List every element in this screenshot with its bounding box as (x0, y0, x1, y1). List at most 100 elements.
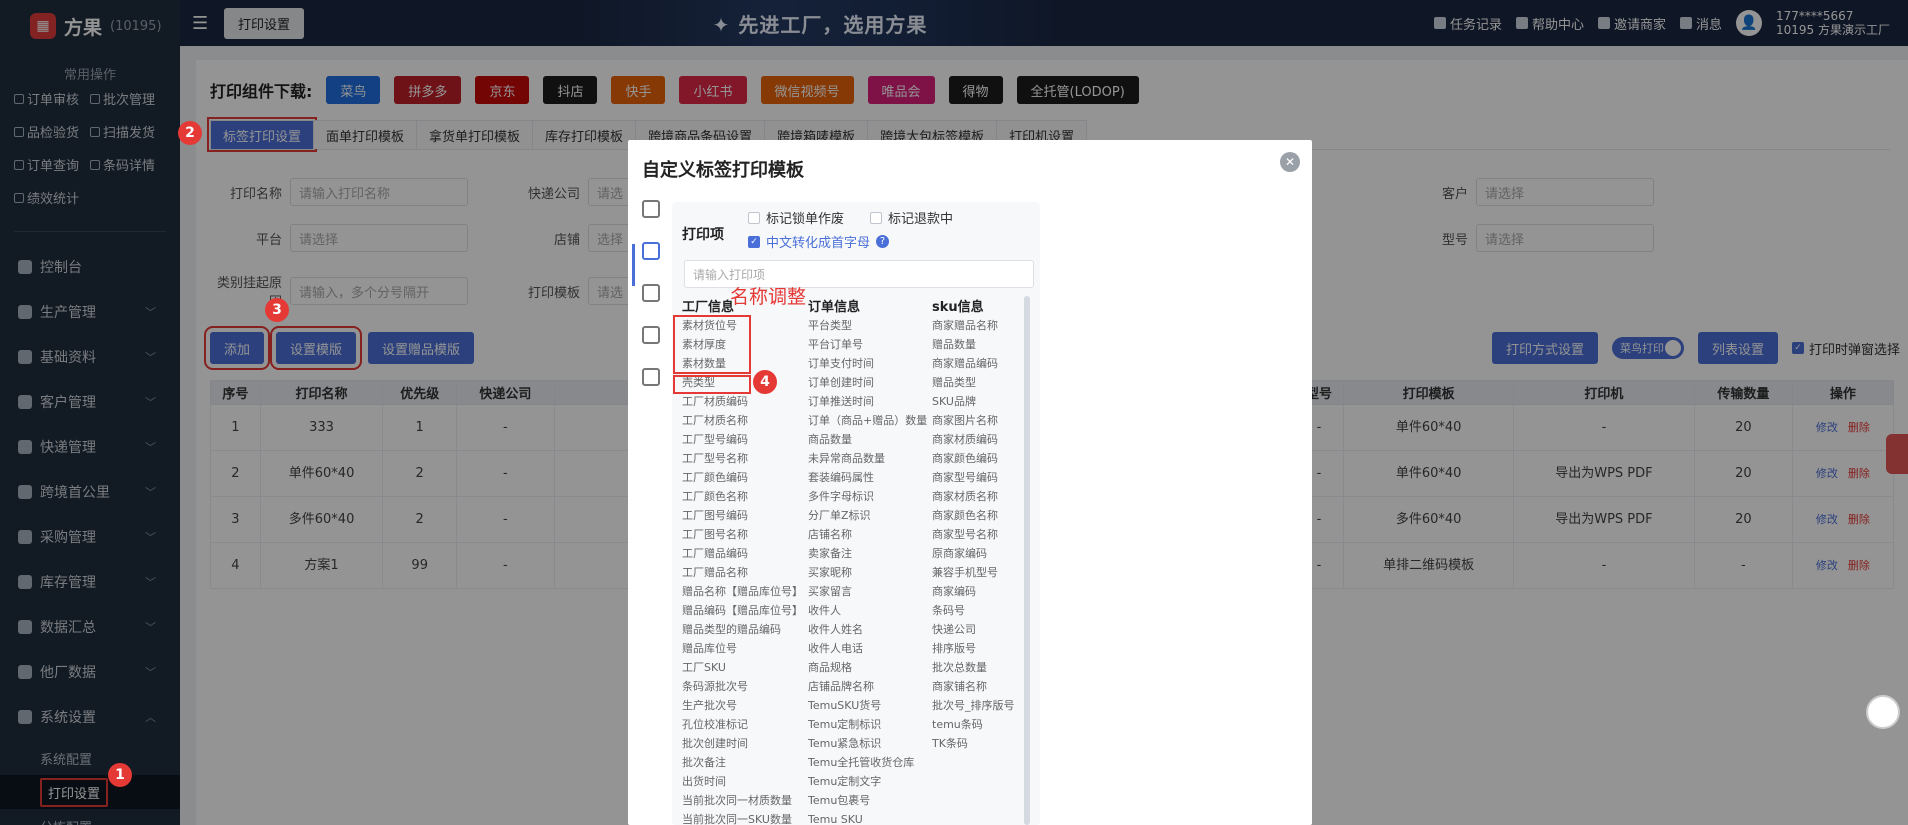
checkbox-icon (870, 211, 882, 224)
help-icon[interactable]: ? (876, 235, 890, 248)
image-icon[interactable] (642, 326, 660, 344)
print-item[interactable]: 工厂图号编码 (682, 506, 803, 525)
print-item[interactable]: 商家型号名称 (932, 525, 1015, 544)
print-item[interactable]: 生产批次号 (682, 696, 803, 715)
print-item[interactable]: Temu包裹号 (808, 791, 927, 810)
print-item[interactable]: Temu紧急标识 (808, 734, 927, 753)
refund-checkbox[interactable]: 标记退款中 (870, 208, 953, 227)
print-item[interactable]: 商家铺名称 (932, 677, 1015, 696)
panel-scrollbar[interactable] (1024, 296, 1030, 825)
print-item[interactable]: 工厂赠品名称 (682, 563, 803, 582)
print-item[interactable]: 收件人姓名 (808, 620, 927, 639)
highlight-box-shell-type (673, 375, 751, 394)
step-marker-2: 2 (178, 121, 202, 145)
print-item[interactable]: 兼容手机型号 (932, 563, 1015, 582)
print-item[interactable]: 当前批次同一材质数量 (682, 791, 803, 810)
print-item[interactable]: 条码源批次号 (682, 677, 803, 696)
print-item[interactable]: 多件字母标识 (808, 487, 927, 506)
print-item[interactable]: 赠品数量 (932, 335, 1015, 354)
print-items-title: 打印项 (682, 227, 724, 243)
print-item[interactable]: 买家昵称 (808, 563, 927, 582)
print-item[interactable]: 工厂图号名称 (682, 525, 803, 544)
print-item[interactable]: 平台类型 (808, 316, 927, 335)
print-item[interactable]: 工厂型号名称 (682, 449, 803, 468)
print-item[interactable]: 快递公司 (932, 620, 1015, 639)
modal-side-toolbar (638, 200, 664, 410)
print-item[interactable]: 批次号_排序版号 (932, 696, 1015, 715)
print-item[interactable]: 工厂颜色编码 (682, 468, 803, 487)
print-item[interactable]: 商家图片名称 (932, 411, 1015, 430)
print-item[interactable]: 工厂材质名称 (682, 411, 803, 430)
print-item[interactable]: Temu定制标识 (808, 715, 927, 734)
print-item[interactable]: 商家编码 (932, 582, 1015, 601)
print-items-panel: 打印项 标记锁单作废 标记退款中 ✓ 中文转化成首字母? 请输入打印项 工厂信息素… (672, 202, 1040, 825)
name-adjust-note: 名称调整 (730, 286, 807, 308)
print-item[interactable]: SKU品牌 (932, 392, 1015, 411)
step-marker-4: 4 (753, 370, 777, 394)
print-item[interactable]: 工厂颜色名称 (682, 487, 803, 506)
print-item[interactable]: 批次总数量 (932, 658, 1015, 677)
print-item[interactable]: 订单（商品+赠品）数量 (808, 411, 927, 430)
lock-void-checkbox[interactable]: 标记锁单作废 (748, 208, 844, 227)
print-item[interactable]: 工厂赠品编码 (682, 544, 803, 563)
print-item[interactable]: 店铺品牌名称 (808, 677, 927, 696)
print-item[interactable]: 批次创建时间 (682, 734, 803, 753)
print-item[interactable]: 订单支付时间 (808, 354, 927, 373)
print-item[interactable]: 条码号 (932, 601, 1015, 620)
print-item[interactable]: 排序版号 (932, 639, 1015, 658)
sku-info-column: sku信息 商家赠品名称 赠品数量 商家赠品编码 赠品类型 SKU品牌 商家图片名称 商家材质… (932, 296, 1015, 753)
print-item[interactable]: 孔位校准标记 (682, 715, 803, 734)
print-item[interactable]: 商家颜色名称 (932, 506, 1015, 525)
initial-letter-checkbox[interactable]: ✓ 中文转化成首字母? (748, 232, 890, 251)
print-item[interactable]: 工厂型号编码 (682, 430, 803, 449)
print-item[interactable]: TemuSKU货号 (808, 696, 927, 715)
print-item[interactable]: 赠品名称【赠品库位号】 (682, 582, 803, 601)
print-item[interactable]: 订单创建时间 (808, 373, 927, 392)
column-header: sku信息 (932, 300, 984, 315)
print-item[interactable]: 当前批次同一SKU数量 (682, 810, 803, 825)
print-item[interactable]: 未异常商品数量 (808, 449, 927, 468)
print-item[interactable]: 批次备注 (682, 753, 803, 772)
print-item[interactable]: 商家型号编码 (932, 468, 1015, 487)
text-icon[interactable] (642, 368, 660, 386)
print-item[interactable]: TK条码 (932, 734, 1015, 753)
print-item[interactable]: Temu定制文字 (808, 772, 927, 791)
print-item[interactable]: 工厂SKU (682, 658, 803, 677)
print-item[interactable]: 原商家编码 (932, 544, 1015, 563)
printer-icon[interactable] (642, 242, 660, 260)
print-item[interactable]: 商品规格 (808, 658, 927, 677)
app-root: ▦ 方果 (10195) 常用操作 订单审核 批次管理 品检验货 扫描发货 订单… (0, 0, 1908, 825)
active-indicator (632, 244, 635, 286)
print-item[interactable]: Temu SKU (808, 810, 927, 825)
close-icon[interactable]: ✕ (1280, 152, 1300, 172)
checkbox-checked-icon: ✓ (748, 235, 760, 248)
print-item[interactable]: 工厂材质编码 (682, 392, 803, 411)
print-item[interactable]: 赠品编码【赠品库位号】 (682, 601, 803, 620)
print-item[interactable]: 收件人 (808, 601, 927, 620)
print-item[interactable]: temu条码 (932, 715, 1015, 734)
print-item[interactable]: 买家留言 (808, 582, 927, 601)
assistant-avatar[interactable] (1866, 695, 1900, 729)
print-item[interactable]: 订单推送时间 (808, 392, 927, 411)
print-item[interactable]: 赠品类型 (932, 373, 1015, 392)
print-item[interactable]: 赠品库位号 (682, 639, 803, 658)
print-item[interactable]: 收件人电话 (808, 639, 927, 658)
print-item[interactable]: 商品数量 (808, 430, 927, 449)
print-item[interactable]: 商家颜色编码 (932, 449, 1015, 468)
print-item[interactable]: 套装编码属性 (808, 468, 927, 487)
print-item[interactable]: 商家材质编码 (932, 430, 1015, 449)
print-item[interactable]: 商家材质名称 (932, 487, 1015, 506)
print-item[interactable]: Temu全托管收货仓库 (808, 753, 927, 772)
qrcode-icon[interactable] (642, 284, 660, 302)
print-item[interactable]: 平台订单号 (808, 335, 927, 354)
print-item[interactable]: 商家赠品名称 (932, 316, 1015, 335)
print-item[interactable]: 卖家备注 (808, 544, 927, 563)
text-field-icon[interactable] (642, 200, 660, 218)
print-item[interactable]: 商家赠品编码 (932, 354, 1015, 373)
print-item[interactable]: 店铺名称 (808, 525, 927, 544)
checkbox-icon (748, 211, 760, 224)
print-item[interactable]: 出货时间 (682, 772, 803, 791)
print-item[interactable]: 分厂单Z标识 (808, 506, 927, 525)
highlight-box-items (673, 315, 751, 374)
print-item[interactable]: 赠品类型的赠品编码 (682, 620, 803, 639)
